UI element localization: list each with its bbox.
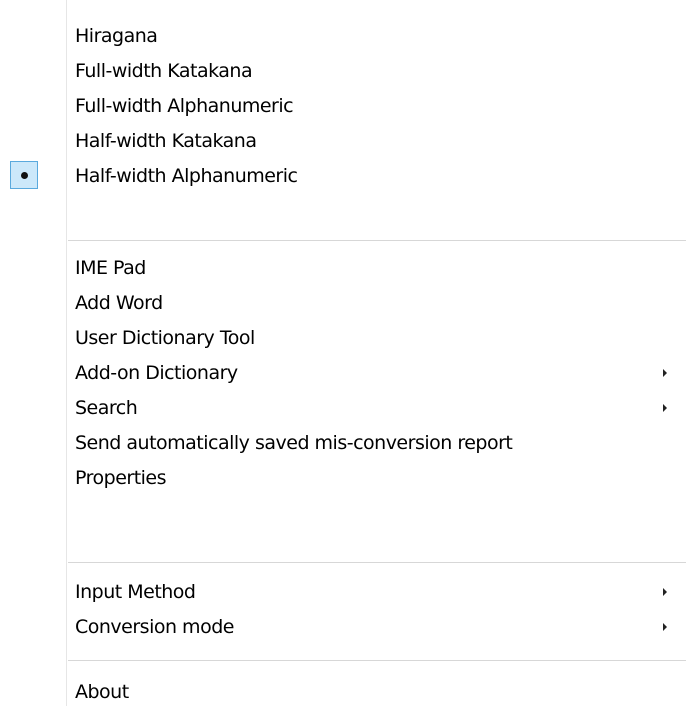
radio-bullet-icon (21, 172, 28, 179)
submenu-arrow-icon (663, 403, 667, 412)
menu-separator (68, 660, 686, 661)
menu-item-label: Full-width Alphanumeric (75, 94, 294, 117)
menu-item-label: Full-width Katakana (75, 59, 253, 82)
menu-separator (68, 240, 686, 241)
menu-item-full-width-katakana[interactable]: Full-width Katakana (0, 53, 686, 88)
menu-item-add-word[interactable]: Add Word (0, 285, 686, 320)
menu-item-label: Send automatically saved mis-conversion … (75, 431, 513, 454)
menu-item-label: About (75, 680, 129, 703)
selected-indicator-box (10, 161, 38, 189)
menu-item-label: IME Pad (75, 256, 146, 279)
menu-item-half-width-alphanumeric[interactable]: Half-width Alphanumeric (0, 158, 686, 193)
menu-item-label: Properties (75, 466, 167, 489)
menu-item-hiragana[interactable]: Hiragana (0, 18, 686, 53)
menu-item-label: Half-width Alphanumeric (75, 164, 298, 187)
menu-item-label: Add-on Dictionary (75, 361, 238, 384)
menu-item-send-misconversion-report[interactable]: Send automatically saved mis-conversion … (0, 425, 686, 460)
menu-item-label: Search (75, 396, 138, 419)
ime-context-menu: Hiragana Full-width Katakana Full-width … (0, 0, 686, 706)
menu-item-half-width-katakana[interactable]: Half-width Katakana (0, 123, 686, 158)
menu-item-properties[interactable]: Properties (0, 460, 686, 495)
menu-item-label: User Dictionary Tool (75, 326, 255, 349)
menu-item-label: Half-width Katakana (75, 129, 257, 152)
menu-item-ime-pad[interactable]: IME Pad (0, 250, 686, 285)
method-section: Input Method Conversion mode (0, 574, 686, 644)
submenu-arrow-icon (663, 368, 667, 377)
menu-item-label: Conversion mode (75, 615, 234, 638)
about-section: About (0, 674, 686, 706)
menu-separator (68, 562, 686, 563)
submenu-arrow-icon (663, 622, 667, 631)
input-mode-section: Hiragana Full-width Katakana Full-width … (0, 18, 686, 193)
menu-item-input-method[interactable]: Input Method (0, 574, 686, 609)
menu-item-about[interactable]: About (0, 674, 686, 706)
menu-item-search[interactable]: Search (0, 390, 686, 425)
menu-item-label: Hiragana (75, 24, 158, 47)
menu-item-label: Input Method (75, 580, 196, 603)
menu-item-full-width-alphanumeric[interactable]: Full-width Alphanumeric (0, 88, 686, 123)
menu-item-label: Add Word (75, 291, 163, 314)
submenu-arrow-icon (663, 587, 667, 596)
menu-item-add-on-dictionary[interactable]: Add-on Dictionary (0, 355, 686, 390)
menu-item-user-dictionary-tool[interactable]: User Dictionary Tool (0, 320, 686, 355)
menu-item-conversion-mode[interactable]: Conversion mode (0, 609, 686, 644)
tools-section: IME Pad Add Word User Dictionary Tool Ad… (0, 250, 686, 495)
